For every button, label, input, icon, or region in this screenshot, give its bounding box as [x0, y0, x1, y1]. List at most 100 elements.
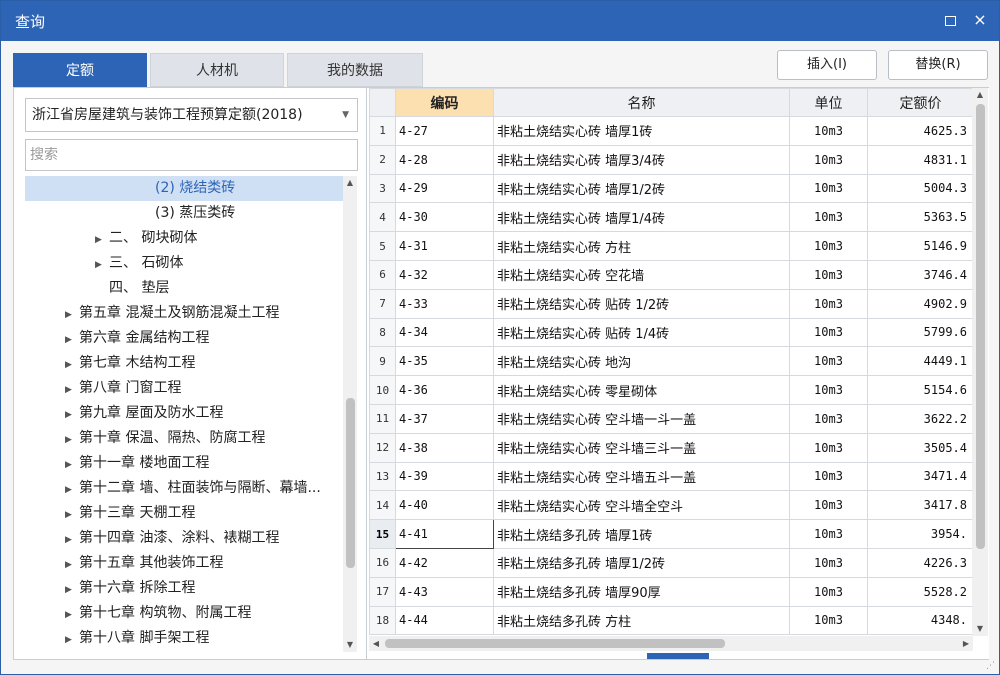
tree-item[interactable]: ▶第十九章 垂直运输工程	[25, 651, 343, 652]
tree-item[interactable]: ▶ 第八章 门窗工程	[25, 376, 343, 401]
row-number[interactable]: 3	[369, 173, 396, 204]
title-bar[interactable]: 查询 ×	[1, 1, 999, 41]
tree-item[interactable]: (2) 烧结类砖	[25, 176, 343, 201]
table-row[interactable]: 9 4-35 非粘土烧结实心砖 地沟 10m3 4449.1	[369, 346, 974, 377]
expand-arrow-icon[interactable]: ▶	[95, 253, 109, 276]
name-cell[interactable]: 非粘土烧结实心砖 零星砌体	[493, 375, 790, 405]
code-cell[interactable]: 4-29	[395, 173, 494, 204]
tree-item[interactable]: ▶ 第十七章 构筑物、附属工程	[25, 601, 343, 626]
expand-arrow-icon[interactable]: ▶	[65, 303, 79, 326]
row-number[interactable]: 11	[369, 403, 396, 434]
unit-cell[interactable]: 10m3	[789, 461, 868, 492]
expand-arrow-icon[interactable]: ▶	[65, 453, 79, 476]
resize-grip-icon[interactable]: ⋰	[986, 661, 995, 671]
unit-cell[interactable]: 10m3	[789, 317, 868, 348]
code-cell[interactable]: 4-37	[395, 403, 494, 434]
name-cell[interactable]: 非粘土烧结实心砖 空斗墙五斗一盖	[493, 461, 790, 492]
scroll-up-icon[interactable]: ▲	[343, 176, 357, 190]
table-row[interactable]: 18 4-44 非粘土烧结多孔砖 方柱 10m3 4348.	[369, 605, 974, 636]
expand-arrow-icon[interactable]: ▶	[65, 553, 79, 576]
name-cell[interactable]: 非粘土烧结多孔砖 墙厚90厚	[493, 576, 790, 607]
name-cell[interactable]: 非粘土烧结实心砖 空斗墙三斗一盖	[493, 432, 790, 463]
unit-cell[interactable]: 10m3	[789, 576, 868, 607]
price-cell[interactable]: 4902.9	[867, 288, 974, 319]
code-cell[interactable]: 4-40	[395, 490, 494, 521]
name-cell[interactable]: 非粘土烧结多孔砖 墙厚1/2砖	[493, 547, 790, 578]
name-cell[interactable]: 非粘土烧结实心砖 空斗墙全空斗	[493, 490, 790, 521]
scroll-down-icon[interactable]: ▼	[972, 622, 988, 636]
close-icon[interactable]: ×	[969, 9, 991, 31]
row-number[interactable]: 5	[369, 231, 396, 261]
quota-library-select[interactable]: 浙江省房屋建筑与装饰工程预算定额(2018) ▼	[25, 98, 358, 132]
scroll-thumb[interactable]	[976, 104, 985, 549]
name-cell[interactable]: 非粘土烧结实心砖 地沟	[493, 346, 790, 377]
scroll-thumb[interactable]	[385, 639, 725, 648]
tab-quota[interactable]: 定额	[13, 53, 147, 87]
expand-arrow-icon[interactable]: ▶	[65, 503, 79, 526]
price-cell[interactable]: 5528.2	[867, 576, 974, 607]
grid-vertical-scrollbar[interactable]: ▲ ▼	[972, 88, 988, 636]
name-cell[interactable]: 非粘土烧结实心砖 贴砖 1/2砖	[493, 288, 790, 319]
price-cell[interactable]: 3954.	[867, 519, 974, 549]
price-cell[interactable]: 5799.6	[867, 317, 974, 348]
scroll-right-icon[interactable]: ▶	[959, 636, 973, 651]
table-row[interactable]: 2 4-28 非粘土烧结实心砖 墙厚3/4砖 10m3 4831.1	[369, 144, 974, 175]
price-cell[interactable]: 4226.3	[867, 547, 974, 578]
row-number[interactable]: 4	[369, 202, 396, 233]
table-row[interactable]: 7 4-33 非粘土烧结实心砖 贴砖 1/2砖 10m3 4902.9	[369, 288, 974, 319]
row-number[interactable]: 17	[369, 576, 396, 607]
table-row[interactable]: 5 4-31 非粘土烧结实心砖 方柱 10m3 5146.9	[369, 231, 974, 261]
expand-arrow-icon[interactable]: ▶	[65, 478, 79, 501]
table-row[interactable]: 17 4-43 非粘土烧结多孔砖 墙厚90厚 10m3 5528.2	[369, 576, 974, 607]
tree-item[interactable]: 四、 垫层	[25, 276, 343, 301]
maximize-icon[interactable]	[939, 9, 961, 31]
tree-item[interactable]: ▶ 第五章 混凝土及钢筋混凝土工程	[25, 301, 343, 326]
price-cell[interactable]: 4449.1	[867, 346, 974, 377]
unit-cell[interactable]: 10m3	[789, 403, 868, 434]
tree-scrollbar[interactable]: ▲ ▼	[343, 176, 357, 652]
name-cell[interactable]: 非粘土烧结实心砖 墙厚1/2砖	[493, 173, 790, 204]
price-cell[interactable]: 5004.3	[867, 173, 974, 204]
tree-item[interactable]: (3) 蒸压类砖	[25, 201, 343, 226]
row-number[interactable]: 7	[369, 288, 396, 319]
unit-cell[interactable]: 10m3	[789, 547, 868, 578]
row-number[interactable]: 1	[369, 116, 396, 146]
column-header-price[interactable]: 定额价	[867, 88, 974, 117]
unit-cell[interactable]: 10m3	[789, 346, 868, 377]
row-number[interactable]: 13	[369, 461, 396, 492]
name-cell[interactable]: 非粘土烧结多孔砖 墙厚1砖	[493, 519, 790, 549]
code-cell[interactable]: 4-32	[395, 259, 494, 290]
code-cell[interactable]: 4-44	[395, 605, 494, 636]
tree-item[interactable]: ▶ 第十五章 其他装饰工程	[25, 551, 343, 576]
name-cell[interactable]: 非粘土烧结实心砖 方柱	[493, 231, 790, 261]
expand-arrow-icon[interactable]: ▶	[65, 403, 79, 426]
name-cell[interactable]: 非粘土烧结实心砖 墙厚1砖	[493, 116, 790, 146]
row-number[interactable]: 12	[369, 432, 396, 463]
tab-my-data[interactable]: 我的数据	[287, 53, 423, 87]
price-cell[interactable]: 3417.8	[867, 490, 974, 521]
replace-button[interactable]: 替换(R)	[888, 50, 988, 80]
expand-arrow-icon[interactable]: ▶	[65, 603, 79, 626]
name-cell[interactable]: 非粘土烧结实心砖 空斗墙一斗一盖	[493, 403, 790, 434]
row-number[interactable]: 6	[369, 259, 396, 290]
expand-arrow-icon[interactable]: ▶	[95, 228, 109, 251]
code-cell[interactable]: 4-38	[395, 432, 494, 463]
code-cell[interactable]: 4-31	[395, 231, 494, 261]
expand-arrow-icon[interactable]: ▶	[65, 628, 79, 651]
unit-cell[interactable]: 10m3	[789, 259, 868, 290]
name-cell[interactable]: 非粘土烧结实心砖 墙厚1/4砖	[493, 202, 790, 233]
tab-labor-material-machine[interactable]: 人材机	[150, 53, 284, 87]
column-header-name[interactable]: 名称	[493, 88, 790, 117]
code-cell[interactable]: 4-28	[395, 144, 494, 175]
tree-item[interactable]: ▶ 第九章 屋面及防水工程	[25, 401, 343, 426]
code-cell[interactable]: 4-33	[395, 288, 494, 319]
expand-arrow-icon[interactable]: ▶	[65, 378, 79, 401]
row-number[interactable]: 8	[369, 317, 396, 348]
expand-arrow-icon[interactable]: ▶	[65, 328, 79, 351]
unit-cell[interactable]: 10m3	[789, 202, 868, 233]
column-header-unit[interactable]: 单位	[789, 88, 868, 117]
scroll-thumb[interactable]	[346, 398, 355, 568]
panel-splitter-handle[interactable]	[647, 653, 709, 659]
tree-item[interactable]: ▶ 三、 石砌体	[25, 251, 343, 276]
unit-cell[interactable]: 10m3	[789, 231, 868, 261]
